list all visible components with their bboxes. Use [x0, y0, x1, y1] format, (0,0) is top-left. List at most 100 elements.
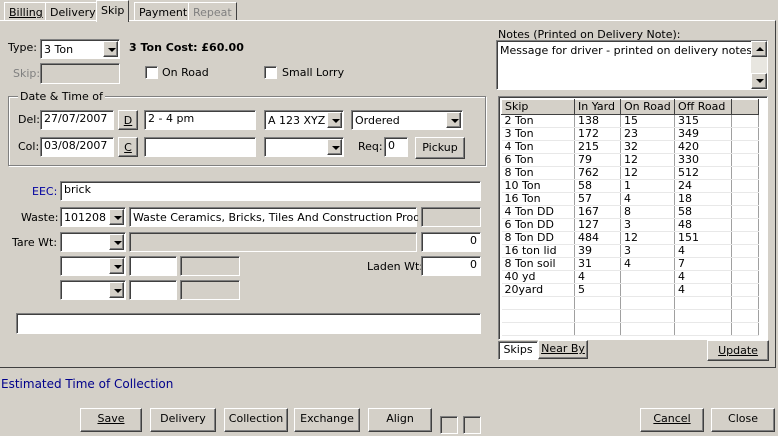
dropdown-button[interactable]	[109, 282, 124, 298]
del-status-select[interactable]: Ordered	[351, 110, 463, 130]
table-cell	[620, 296, 675, 310]
table-cell: 4	[574, 270, 621, 284]
delivery-button-label: Delivery	[160, 412, 206, 425]
table-row[interactable]: 4 Ton 215 32 420	[501, 140, 759, 154]
scroll-up-button[interactable]	[751, 41, 767, 57]
small-lorry-label: Small Lorry	[282, 66, 345, 79]
table-cell: 7	[674, 257, 732, 271]
table-cell: 79	[574, 153, 621, 167]
column-header-skip[interactable]: Skip	[501, 99, 575, 115]
tare-weight-value: 0	[470, 234, 477, 247]
table-cell: 10 Ton	[501, 179, 575, 193]
table-row[interactable]	[501, 296, 759, 310]
col-time-field[interactable]	[144, 137, 256, 157]
del-vehicle-select[interactable]: A 123 XYZ	[264, 110, 344, 130]
exchange-button[interactable]: Exchange	[294, 408, 360, 432]
tab-label: Payment	[139, 6, 188, 19]
table-row[interactable]: 3 Ton 172 23 349	[501, 127, 759, 141]
pickup-button[interactable]: Pickup	[415, 137, 465, 159]
table-row[interactable]: 2 Ton 138 15 315	[501, 114, 759, 128]
skip-grid[interactable]: Skip In Yard On Road Off Road 2 Ton 138 15…	[498, 96, 768, 340]
tab-label: Billing	[9, 6, 43, 19]
table-row[interactable]: 20yard 5 4	[501, 283, 759, 297]
laden-weight-field[interactable]: 0	[421, 256, 481, 276]
table-cell: 8 Ton soil	[501, 257, 575, 271]
delivery-button[interactable]: Delivery	[150, 408, 216, 432]
scroll-down-button[interactable]	[751, 73, 767, 89]
comment-field[interactable]	[16, 313, 481, 334]
tare-weight-field[interactable]: 0	[421, 232, 481, 252]
dropdown-button[interactable]	[109, 234, 124, 250]
chevron-down-icon	[332, 119, 340, 123]
table-row[interactable]: 16 ton lid 39 3 4	[501, 244, 759, 258]
extra-select-2[interactable]	[60, 280, 126, 300]
notes-textarea[interactable]: Message for driver - printed on delivery…	[496, 40, 768, 90]
cancel-button[interactable]: Cancel	[640, 408, 704, 432]
table-row[interactable]: 10 Ton 58 1 24	[501, 179, 759, 193]
tab-payment[interactable]: Payment	[134, 2, 193, 21]
table-row[interactable]: 6 Ton DD 127 3 48	[501, 218, 759, 232]
table-row[interactable]: 40 yd 4 4	[501, 270, 759, 284]
close-button[interactable]: Close	[711, 408, 775, 432]
req-field[interactable]: 0	[384, 137, 408, 157]
tare-select[interactable]	[60, 232, 126, 252]
del-status-value: Ordered	[355, 114, 400, 127]
tab-billing[interactable]: Billing	[4, 2, 48, 21]
tab-skip[interactable]: Skip	[96, 0, 130, 22]
collection-button[interactable]: Collection	[224, 408, 288, 432]
table-cell: 151	[674, 231, 732, 245]
table-cell: 215	[574, 140, 621, 154]
col-vehicle-select[interactable]	[264, 137, 344, 157]
col-date-field[interactable]: 03/08/2007	[40, 137, 114, 157]
column-header-off-road[interactable]: Off Road	[674, 99, 732, 115]
table-cell	[731, 231, 759, 245]
del-time-field[interactable]: 2 - 4 pm	[144, 110, 256, 130]
type-select[interactable]: 3 Ton	[40, 39, 120, 59]
del-date-field[interactable]: 27/07/2007	[40, 110, 114, 130]
table-cell	[731, 179, 759, 193]
date-time-group-label: Date & Time of	[18, 90, 105, 103]
waste-code-select[interactable]: 101208	[60, 207, 126, 227]
del-vehicle-value: A 123 XYZ	[268, 114, 326, 127]
column-header-in-yard[interactable]: In Yard	[574, 99, 621, 115]
grid-tab-skips[interactable]: Skips	[498, 341, 538, 360]
extra-field-2[interactable]	[129, 280, 177, 300]
type-label: Type:	[8, 41, 37, 54]
eec-label: EEC:	[32, 185, 58, 198]
table-row[interactable]	[501, 322, 759, 336]
table-row[interactable]: 8 Ton soil 31 4 7	[501, 257, 759, 271]
eec-field[interactable]: brick	[60, 181, 481, 201]
grid-tab-nearby[interactable]: Near By	[538, 340, 588, 359]
table-row[interactable]: 6 Ton 79 12 330	[501, 153, 759, 167]
table-cell: 24	[674, 179, 732, 193]
table-row[interactable]: 8 Ton 762 12 512	[501, 166, 759, 180]
save-button[interactable]: Save	[80, 408, 142, 432]
table-cell: 12	[620, 166, 675, 180]
extra-field-1[interactable]	[129, 256, 177, 276]
del-date-button[interactable]: D	[118, 110, 138, 130]
table-row[interactable]: 16 Ton 57 4 18	[501, 192, 759, 206]
dropdown-button[interactable]	[327, 139, 342, 155]
req-label: Req:	[358, 140, 383, 153]
table-row[interactable]: 8 Ton DD 484 12 151	[501, 231, 759, 245]
dropdown-button[interactable]	[109, 258, 124, 274]
tab-delivery[interactable]: Delivery	[45, 2, 101, 21]
small-lorry-checkbox[interactable]	[264, 66, 277, 79]
align-button[interactable]: Align	[368, 408, 432, 432]
table-row[interactable]	[501, 309, 759, 323]
table-cell: 18	[674, 192, 732, 206]
extra-select-1[interactable]	[60, 256, 126, 276]
table-cell: 12	[620, 231, 675, 245]
notes-scrollbar[interactable]	[751, 41, 767, 89]
table-row[interactable]: 4 Ton DD 167 8 58	[501, 205, 759, 219]
dropdown-button[interactable]	[109, 209, 124, 225]
col-date-button[interactable]: C	[118, 137, 138, 157]
on-road-checkbox[interactable]	[145, 66, 158, 79]
dropdown-button[interactable]	[103, 41, 118, 57]
chevron-down-icon	[108, 48, 116, 52]
update-button[interactable]: Update	[707, 340, 769, 361]
column-header-on-road[interactable]: On Road	[620, 99, 675, 115]
table-cell: 39	[574, 244, 621, 258]
dropdown-button[interactable]	[446, 112, 461, 128]
dropdown-button[interactable]	[327, 112, 342, 128]
